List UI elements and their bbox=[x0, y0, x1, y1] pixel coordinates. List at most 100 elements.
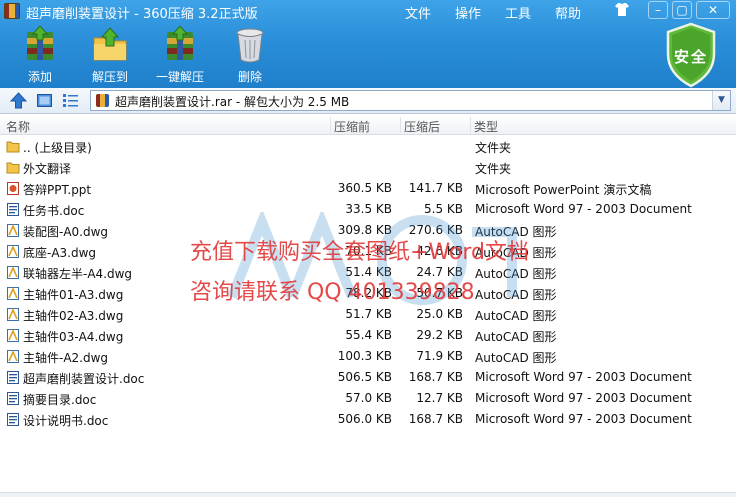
address-field[interactable]: 超声磨削装置设计.rar - 解包大小为 2.5 MB ▼ bbox=[90, 90, 731, 111]
table-row[interactable]: 摘要目录.doc 57.0 KB 12.7 KB Microsoft Word … bbox=[0, 388, 736, 409]
delete-button[interactable]: 删除 bbox=[232, 26, 268, 84]
table-row[interactable]: 主轴件-A2.dwg 100.3 KB 71.9 KB AutoCAD 图形 bbox=[0, 346, 736, 367]
thumbnail-view-icon[interactable] bbox=[36, 92, 53, 109]
file-name: 主轴件03-A4.dwg bbox=[23, 330, 124, 344]
doc-icon bbox=[7, 371, 19, 384]
skin-icon[interactable] bbox=[614, 2, 630, 17]
menu-tools[interactable]: 工具 bbox=[505, 3, 531, 22]
file-size: 506.5 KB bbox=[337, 370, 392, 384]
column-type[interactable]: 类型 bbox=[474, 118, 498, 135]
file-name: 答辩PPT.ppt bbox=[23, 183, 92, 197]
file-packed-size: 168.7 KB bbox=[408, 370, 463, 384]
file-type: AutoCAD 图形 bbox=[475, 330, 557, 344]
doc-icon bbox=[7, 392, 19, 405]
close-button[interactable]: ✕ bbox=[696, 1, 730, 19]
file-name: 联轴器左半-A4.dwg bbox=[23, 267, 133, 281]
menu-help[interactable]: 帮助 bbox=[555, 3, 581, 22]
archive-icon bbox=[96, 94, 109, 107]
file-name: 主轴件01-A3.dwg bbox=[23, 288, 124, 302]
file-type: Microsoft Word 97 - 2003 Document bbox=[475, 391, 692, 405]
add-label: 添加 bbox=[27, 70, 52, 84]
app-header: 超声磨削装置设计 - 360压缩 3.2正式版 文件 操作 工具 帮助 – ▢ … bbox=[0, 0, 736, 88]
file-type: 文件夹 bbox=[475, 162, 512, 176]
file-type: AutoCAD 图形 bbox=[475, 351, 557, 365]
file-size: 55.4 KB bbox=[345, 328, 392, 342]
one-click-extract-button[interactable]: 一键解压 bbox=[155, 26, 205, 84]
file-name: 外文翻译 bbox=[23, 162, 72, 176]
column-divider[interactable] bbox=[400, 117, 401, 133]
file-type: Microsoft Word 97 - 2003 Document bbox=[475, 370, 692, 384]
file-name: 底座-A3.dwg bbox=[23, 246, 97, 260]
file-size: 57.0 KB bbox=[345, 391, 392, 405]
up-arrow-icon[interactable] bbox=[10, 92, 27, 109]
menu-operation[interactable]: 操作 bbox=[455, 3, 481, 22]
one-click-extract-label: 一键解压 bbox=[155, 70, 204, 84]
security-label: 安全 bbox=[673, 48, 708, 66]
file-size: 100.3 KB bbox=[337, 349, 392, 363]
dwg-icon bbox=[7, 350, 19, 363]
dwg-icon bbox=[7, 287, 19, 300]
table-row[interactable]: 主轴件03-A4.dwg 55.4 KB 29.2 KB AutoCAD 图形 bbox=[0, 325, 736, 346]
dwg-icon bbox=[7, 224, 19, 237]
watermark-text-line1: 充值下载购买全套图纸+Word文档 bbox=[190, 240, 529, 265]
file-packed-size: 12.7 KB bbox=[416, 391, 463, 405]
maximize-button[interactable]: ▢ bbox=[672, 1, 692, 19]
one-click-extract-icon bbox=[167, 26, 193, 60]
add-button[interactable]: 添加 bbox=[22, 26, 58, 84]
ppt-icon bbox=[7, 182, 19, 195]
doc-icon bbox=[7, 413, 19, 426]
trash-icon bbox=[236, 28, 264, 63]
file-list: .. (上级目录) 文件夹 外文翻译 文件夹 答辩PPT.ppt 360.5 K… bbox=[0, 135, 736, 497]
file-type: Microsoft PowerPoint 演示文稿 bbox=[475, 183, 652, 197]
file-name: 主轴件02-A3.dwg bbox=[23, 309, 124, 323]
file-name: .. (上级目录) bbox=[23, 141, 92, 155]
file-type: AutoCAD 图形 bbox=[475, 309, 557, 323]
list-view-icon[interactable] bbox=[62, 92, 79, 109]
dwg-icon bbox=[7, 329, 19, 342]
file-packed-size: 25.0 KB bbox=[416, 307, 463, 321]
table-row[interactable]: 外文翻译 文件夹 bbox=[0, 157, 736, 178]
file-packed-size: 141.7 KB bbox=[408, 181, 463, 195]
file-type: Microsoft Word 97 - 2003 Document bbox=[475, 412, 692, 426]
dwg-icon bbox=[7, 266, 19, 279]
folder-icon bbox=[6, 141, 20, 153]
minimize-button[interactable]: – bbox=[648, 1, 668, 19]
title-bar: 超声磨削装置设计 - 360压缩 3.2正式版 文件 操作 工具 帮助 – ▢ … bbox=[0, 0, 736, 22]
table-row[interactable]: 超声磨削装置设计.doc 506.5 KB 168.7 KB Microsoft… bbox=[0, 367, 736, 388]
add-archive-icon bbox=[27, 26, 53, 60]
menu-file[interactable]: 文件 bbox=[405, 3, 431, 22]
file-packed-size: 71.9 KB bbox=[416, 349, 463, 363]
file-packed-size: 29.2 KB bbox=[416, 328, 463, 342]
dwg-icon bbox=[7, 245, 19, 258]
file-size: 506.0 KB bbox=[337, 412, 392, 426]
address-dropdown-button[interactable]: ▼ bbox=[712, 91, 730, 110]
status-bar bbox=[0, 492, 736, 497]
table-row[interactable]: .. (上级目录) 文件夹 bbox=[0, 136, 736, 157]
column-divider[interactable] bbox=[470, 117, 471, 133]
folder-icon bbox=[6, 162, 20, 174]
delete-label: 删除 bbox=[237, 70, 262, 84]
file-name: 超声磨削装置设计.doc bbox=[23, 372, 145, 386]
table-row[interactable]: 设计说明书.doc 506.0 KB 168.7 KB Microsoft Wo… bbox=[0, 409, 736, 430]
extract-folder-icon bbox=[93, 27, 127, 61]
file-type: 文件夹 bbox=[475, 141, 512, 155]
column-packed[interactable]: 压缩后 bbox=[404, 118, 440, 135]
address-path: 超声磨削装置设计.rar - 解包大小为 2.5 MB bbox=[115, 95, 350, 109]
file-name: 主轴件-A2.dwg bbox=[23, 351, 109, 365]
table-row[interactable]: 主轴件02-A3.dwg 51.7 KB 25.0 KB AutoCAD 图形 bbox=[0, 304, 736, 325]
window-title: 超声磨削装置设计 - 360压缩 3.2正式版 bbox=[26, 7, 258, 22]
dwg-icon bbox=[7, 308, 19, 321]
doc-icon bbox=[7, 203, 19, 216]
file-name: 装配图-A0.dwg bbox=[23, 225, 109, 239]
file-name: 设计说明书.doc bbox=[23, 414, 109, 428]
watermark-text-line2: 咨询请联系 QQ 401339828 bbox=[190, 280, 475, 305]
extract-to-label: 解压到 bbox=[91, 70, 128, 84]
column-header: 名称 压缩前 压缩后 类型 bbox=[0, 115, 736, 135]
file-name: 任务书.doc bbox=[23, 204, 85, 218]
column-size[interactable]: 压缩前 bbox=[334, 118, 370, 135]
extract-to-button[interactable]: 解压到 bbox=[90, 26, 130, 84]
column-divider[interactable] bbox=[330, 117, 331, 133]
column-name[interactable]: 名称 bbox=[6, 118, 30, 135]
file-size: 360.5 KB bbox=[337, 181, 392, 195]
table-row[interactable]: 答辩PPT.ppt 360.5 KB 141.7 KB Microsoft Po… bbox=[0, 178, 736, 199]
